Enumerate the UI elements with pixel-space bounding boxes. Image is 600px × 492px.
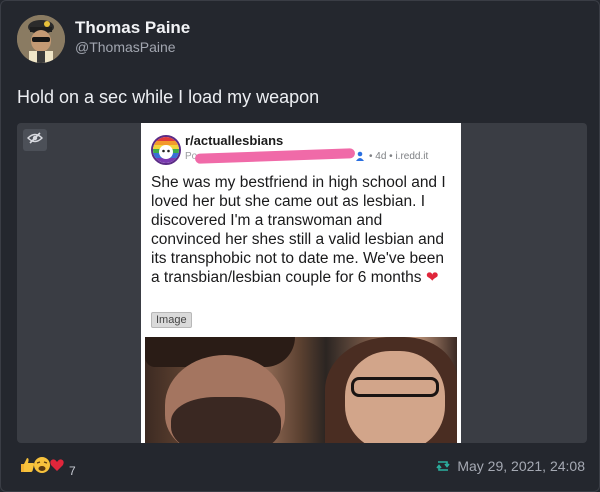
reddit-post-body-text: She was my bestfriend in high school and… [151,174,446,286]
post-meta: Po • 4d • i.redd.it [185,148,455,165]
redaction-mark [194,148,356,164]
author-handle[interactable]: @ThomasPaine [75,39,176,55]
reddit-screenshot: r/actuallesbians Po • 4d • i.redd.it She… [141,123,461,443]
couple-photo [145,337,457,443]
post-age-source: • 4d • i.redd.it [369,151,429,162]
subreddit-icon [151,135,181,165]
media-attachment[interactable]: r/actuallesbians Po • 4d • i.redd.it She… [17,123,587,443]
heart-emoji: ❤ [425,269,439,286]
author-display-name[interactable]: Thomas Paine [75,18,190,38]
post-card: Thomas Paine @ThomasPaine Hold on a sec … [0,0,600,492]
post-timestamp[interactable]: May 29, 2021, 24:08 [457,458,585,474]
hide-media-button[interactable] [23,129,47,151]
image-tag: Image [151,312,192,328]
reaction-count: 7 [69,463,76,478]
reddit-post-body: She was my bestfriend in high school and… [151,173,455,287]
avatar[interactable] [17,15,65,63]
user-icon [355,151,365,164]
subreddit-name: r/actuallesbians [185,133,284,148]
post-text: Hold on a sec while I load my weapon [17,87,320,107]
repost-icon[interactable] [435,458,451,474]
eye-slash-icon [27,131,43,149]
glasses [351,377,439,397]
reactions[interactable]: 7 [19,456,76,479]
heart-icon[interactable] [49,457,65,478]
post-meta-footer: May 29, 2021, 24:08 [435,458,585,474]
